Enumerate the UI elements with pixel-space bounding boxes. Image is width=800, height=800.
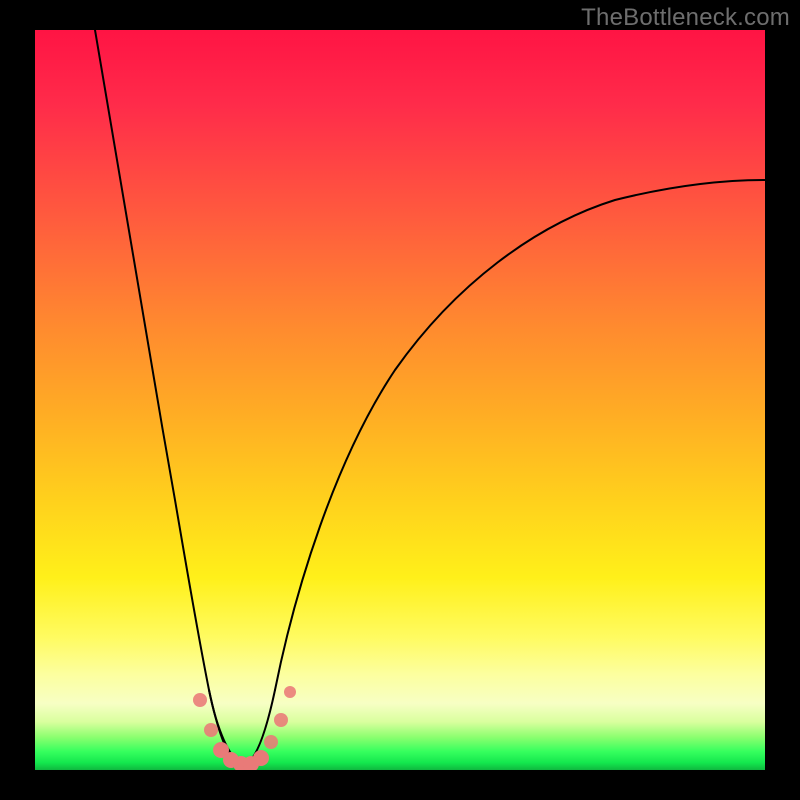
curve-svg xyxy=(35,30,765,770)
chart-frame: TheBottleneck.com xyxy=(0,0,800,800)
curve-left-branch xyxy=(95,30,242,763)
curve-right-branch xyxy=(275,180,765,690)
marker-dot xyxy=(274,713,288,727)
marker-dot xyxy=(204,723,218,737)
marker-group xyxy=(193,686,296,770)
watermark-text: TheBottleneck.com xyxy=(581,4,790,32)
plot-area xyxy=(35,30,765,770)
marker-dot xyxy=(264,735,278,749)
marker-dot xyxy=(253,750,269,766)
marker-dot xyxy=(193,693,207,707)
marker-dot xyxy=(284,686,296,698)
